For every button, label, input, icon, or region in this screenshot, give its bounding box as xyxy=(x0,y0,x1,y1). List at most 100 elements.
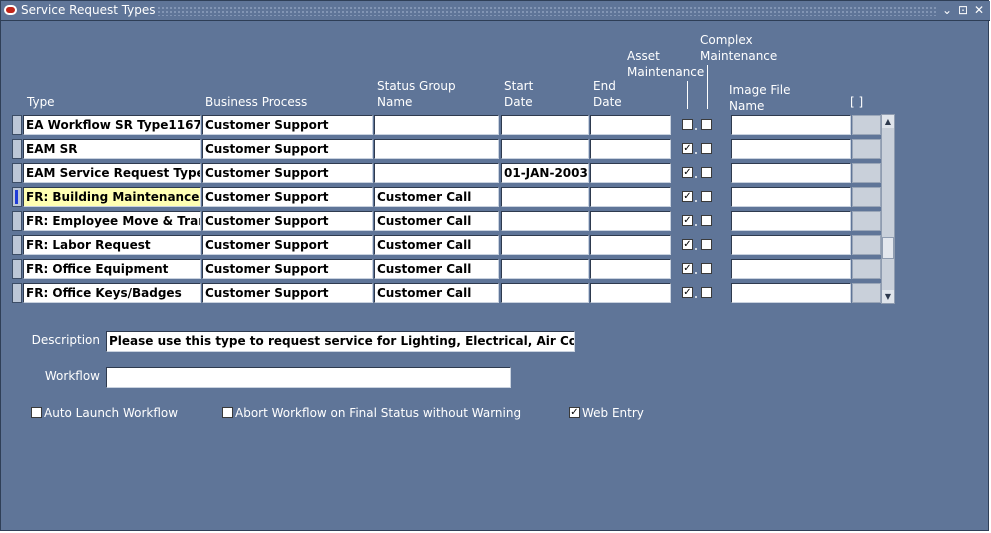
flexfield-cell[interactable] xyxy=(852,283,881,303)
asset-maintenance-checkbox[interactable]: ✓ xyxy=(682,143,693,154)
asset-maintenance-checkbox[interactable]: ✓ xyxy=(682,239,693,250)
checkbox-separator xyxy=(695,248,697,250)
business-process-cell[interactable]: Customer Support xyxy=(202,187,373,207)
business-process-cell[interactable]: Customer Support xyxy=(202,235,373,255)
complex-maintenance-checkbox[interactable] xyxy=(701,239,712,250)
scroll-up-icon[interactable]: ▲ xyxy=(882,115,894,128)
start-date-cell[interactable] xyxy=(501,139,589,159)
window-title: Service Request Types xyxy=(21,3,156,17)
status-group-cell[interactable] xyxy=(374,139,499,159)
close-icon[interactable]: ✕ xyxy=(973,4,985,17)
complex-maintenance-checkbox[interactable] xyxy=(701,263,712,274)
start-date-cell[interactable] xyxy=(501,211,589,231)
asset-maintenance-checkbox[interactable] xyxy=(682,119,693,130)
abort-workflow-label: Abort Workflow on Final Status without W… xyxy=(235,406,522,420)
type-cell[interactable]: EAM SR xyxy=(23,139,201,159)
complex-maintenance-checkbox[interactable] xyxy=(701,191,712,202)
row-selector[interactable] xyxy=(12,211,22,231)
checkbox-separator xyxy=(695,296,697,298)
type-cell[interactable]: FR: Building Maintenance xyxy=(23,187,201,207)
image-file-cell[interactable] xyxy=(731,187,851,207)
end-date-cell[interactable] xyxy=(590,283,671,303)
row-selector[interactable] xyxy=(12,235,22,255)
end-date-cell[interactable] xyxy=(590,211,671,231)
image-file-cell[interactable] xyxy=(731,115,851,135)
start-date-cell[interactable] xyxy=(501,235,589,255)
business-process-cell[interactable]: Customer Support xyxy=(202,211,373,231)
asset-maintenance-checkbox[interactable]: ✓ xyxy=(682,167,693,178)
start-date-cell[interactable]: 01-JAN-2003 xyxy=(501,163,589,183)
flexfield-cell[interactable] xyxy=(852,235,881,255)
start-date-cell[interactable] xyxy=(501,259,589,279)
row-selector[interactable] xyxy=(12,139,22,159)
start-date-cell[interactable] xyxy=(501,283,589,303)
type-cell[interactable]: FR: Employee Move & Trans xyxy=(23,211,201,231)
flexfield-cell[interactable] xyxy=(852,139,881,159)
status-group-cell[interactable]: Customer Call xyxy=(374,235,499,255)
image-file-cell[interactable] xyxy=(731,283,851,303)
workflow-field[interactable] xyxy=(106,367,511,388)
type-cell[interactable]: EA Workflow SR Type1167 xyxy=(23,115,201,135)
complex-maintenance-checkbox[interactable] xyxy=(701,143,712,154)
status-group-cell[interactable]: Customer Call xyxy=(374,283,499,303)
row-selector[interactable] xyxy=(12,115,22,135)
status-group-cell[interactable]: Customer Call xyxy=(374,187,499,207)
end-date-cell[interactable] xyxy=(590,259,671,279)
web-entry-checkbox-box[interactable]: ✓ xyxy=(569,407,580,418)
start-date-cell[interactable] xyxy=(501,187,589,207)
row-selector[interactable] xyxy=(12,163,22,183)
auto-launch-workflow-checkbox[interactable]: Auto Launch Workflow xyxy=(31,406,178,420)
asset-maintenance-checkbox[interactable]: ✓ xyxy=(682,191,693,202)
asset-maintenance-checkbox[interactable]: ✓ xyxy=(682,263,693,274)
flexfield-cell[interactable] xyxy=(852,259,881,279)
end-date-cell[interactable] xyxy=(590,187,671,207)
type-cell[interactable]: FR: Office Keys/Badges xyxy=(23,283,201,303)
auto-launch-checkbox-box[interactable] xyxy=(31,407,42,418)
minimize-icon[interactable]: ⌄ xyxy=(941,4,953,17)
type-cell[interactable]: EAM Service Request Type xyxy=(23,163,201,183)
row-selector[interactable] xyxy=(12,187,22,207)
business-process-cell[interactable]: Customer Support xyxy=(202,259,373,279)
business-process-cell[interactable]: Customer Support xyxy=(202,115,373,135)
maximize-icon[interactable]: ⊡ xyxy=(957,4,969,17)
scroll-thumb[interactable] xyxy=(882,237,894,259)
end-date-cell[interactable] xyxy=(590,235,671,255)
image-file-cell[interactable] xyxy=(731,139,851,159)
complex-maintenance-checkbox[interactable] xyxy=(701,119,712,130)
abort-workflow-checkbox[interactable]: Abort Workflow on Final Status without W… xyxy=(222,406,521,420)
image-file-cell[interactable] xyxy=(731,235,851,255)
start-date-cell[interactable] xyxy=(501,115,589,135)
flexfield-cell[interactable] xyxy=(852,115,881,135)
end-date-cell[interactable] xyxy=(590,163,671,183)
asset-maintenance-checkbox[interactable]: ✓ xyxy=(682,215,693,226)
status-group-cell[interactable] xyxy=(374,115,499,135)
title-bar[interactable]: Service Request Types ⌄ ⊡ ✕ xyxy=(1,1,990,21)
web-entry-checkbox[interactable]: ✓ Web Entry xyxy=(569,406,644,420)
flexfield-cell[interactable] xyxy=(852,211,881,231)
vertical-scrollbar[interactable]: ▲ ▼ xyxy=(881,114,895,304)
scroll-down-icon[interactable]: ▼ xyxy=(882,290,894,303)
end-date-cell[interactable] xyxy=(590,115,671,135)
complex-maintenance-checkbox[interactable] xyxy=(701,287,712,298)
image-file-cell[interactable] xyxy=(731,163,851,183)
complex-maintenance-checkbox[interactable] xyxy=(701,215,712,226)
flexfield-cell[interactable] xyxy=(852,163,881,183)
status-group-cell[interactable]: Customer Call xyxy=(374,211,499,231)
business-process-cell[interactable]: Customer Support xyxy=(202,163,373,183)
type-cell[interactable]: FR: Labor Request xyxy=(23,235,201,255)
image-file-cell[interactable] xyxy=(731,259,851,279)
business-process-cell[interactable]: Customer Support xyxy=(202,139,373,159)
status-group-cell[interactable] xyxy=(374,163,499,183)
image-file-cell[interactable] xyxy=(731,211,851,231)
asset-maintenance-checkbox[interactable]: ✓ xyxy=(682,287,693,298)
abort-workflow-checkbox-box[interactable] xyxy=(222,407,233,418)
row-selector[interactable] xyxy=(12,259,22,279)
business-process-cell[interactable]: Customer Support xyxy=(202,283,373,303)
end-date-cell[interactable] xyxy=(590,139,671,159)
type-cell[interactable]: FR: Office Equipment xyxy=(23,259,201,279)
description-field[interactable]: Please use this type to request service … xyxy=(106,331,575,352)
row-selector[interactable] xyxy=(12,283,22,303)
flexfield-cell[interactable] xyxy=(852,187,881,207)
complex-maintenance-checkbox[interactable] xyxy=(701,167,712,178)
status-group-cell[interactable]: Customer Call xyxy=(374,259,499,279)
